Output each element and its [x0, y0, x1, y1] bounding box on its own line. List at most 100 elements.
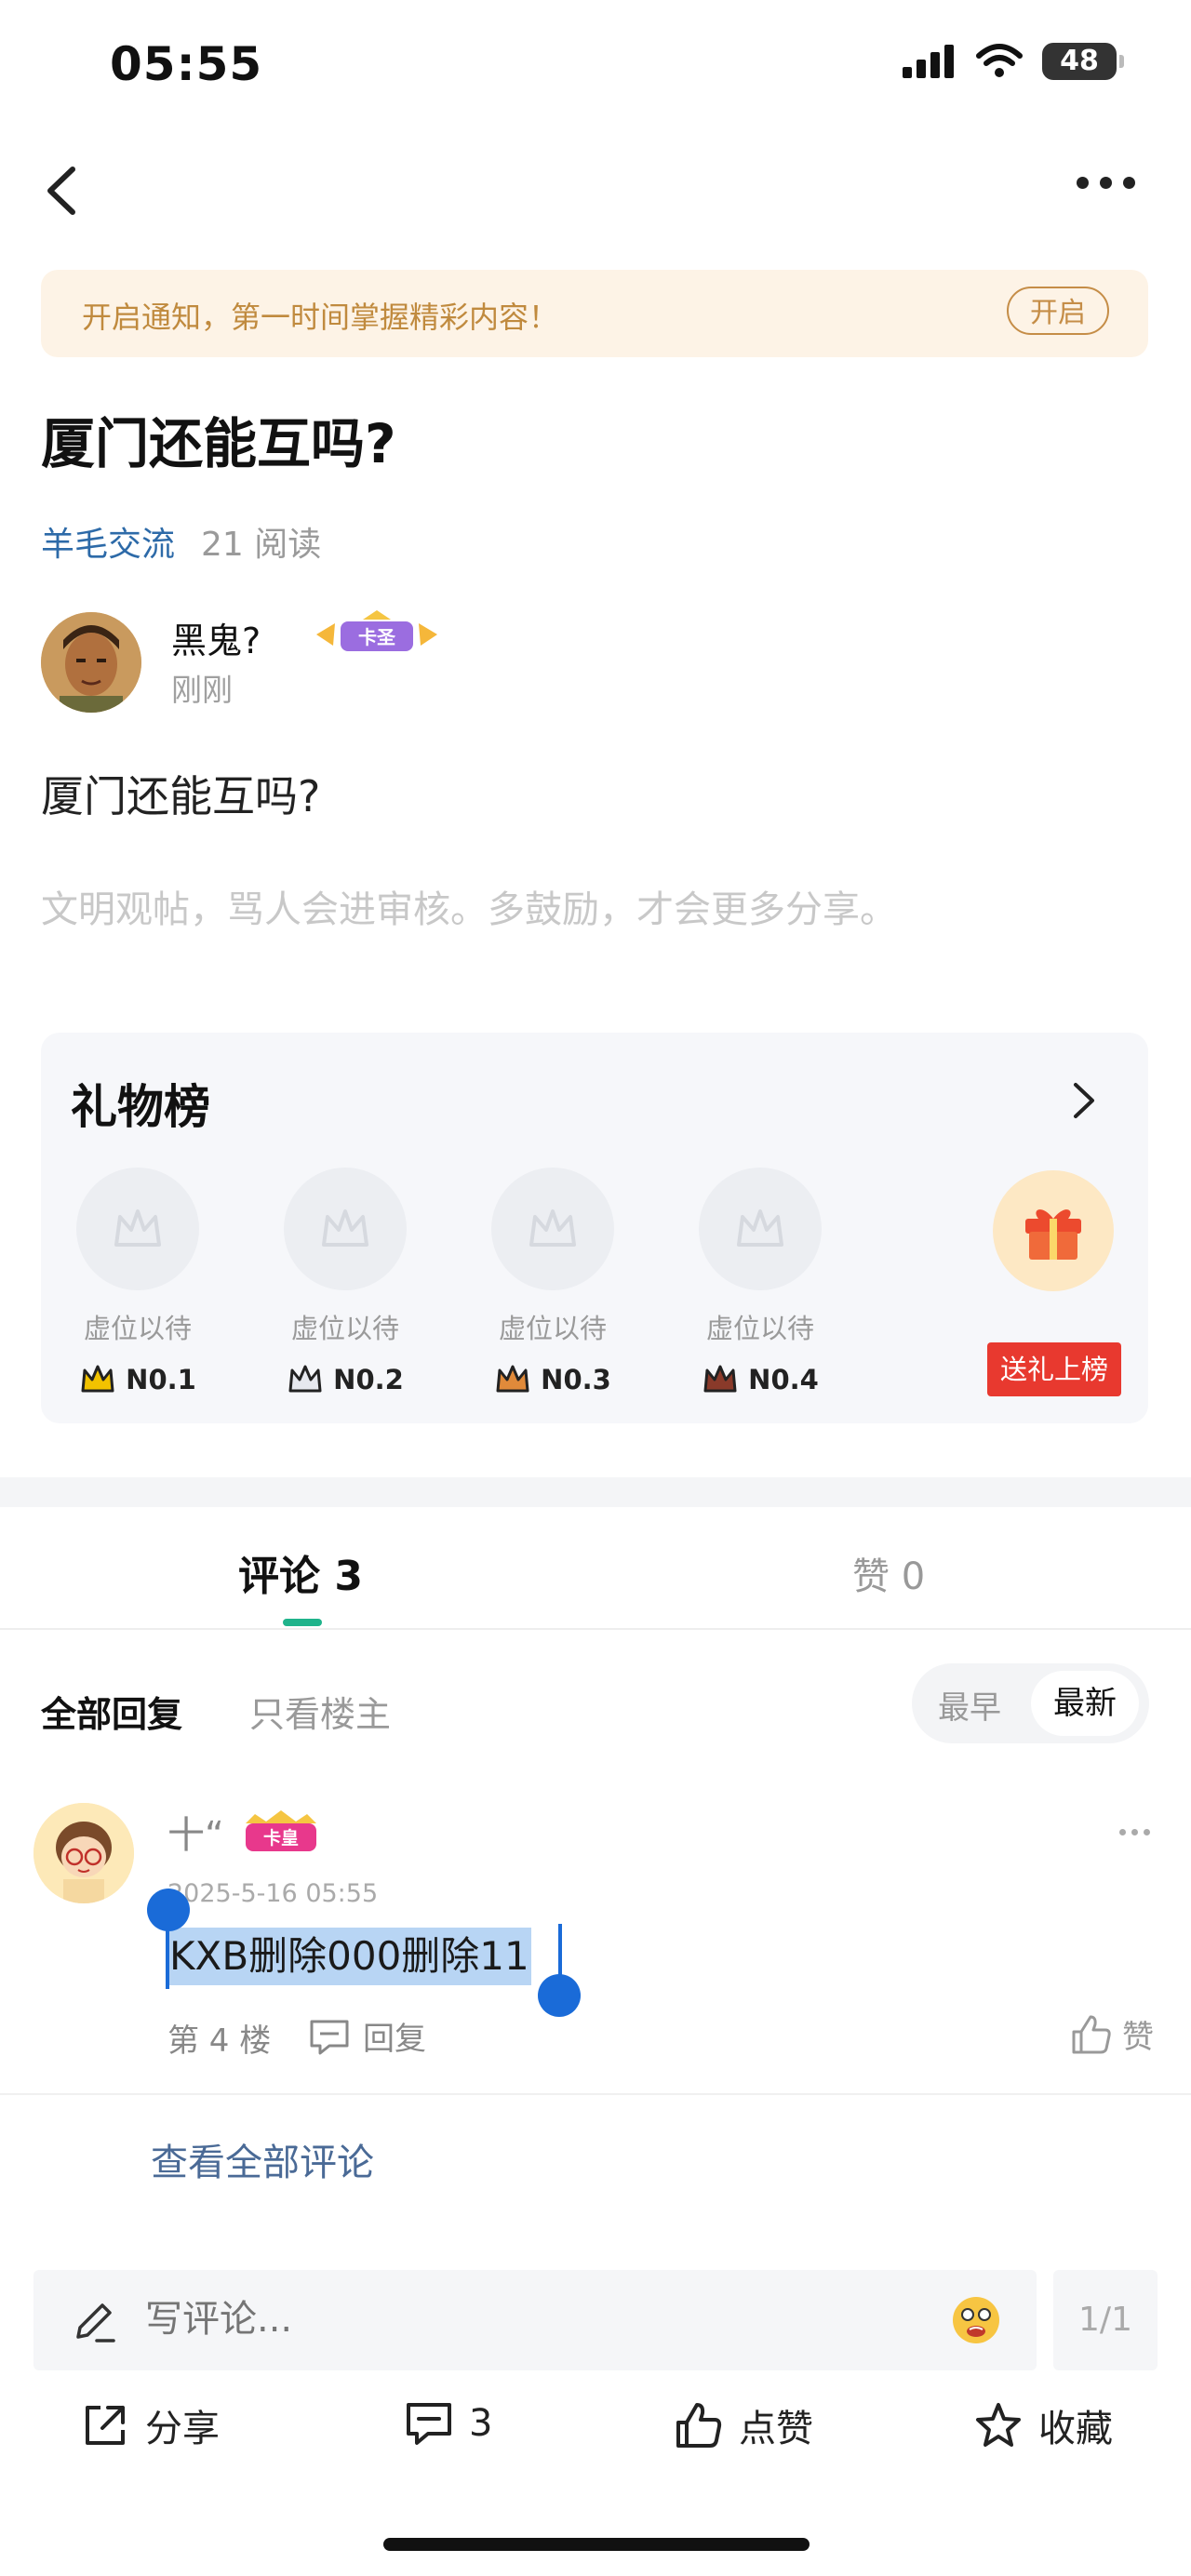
comment-like-button[interactable]: 赞 [1070, 2011, 1154, 2057]
notification-banner: 开启通知，第一时间掌握精彩内容！ 开启 [41, 270, 1148, 357]
crown-badge-icon: 卡圣 [316, 610, 437, 651]
thumbs-up-icon [1072, 2015, 1111, 2053]
back-arrow-icon[interactable] [37, 158, 93, 223]
comments-count: 3 [469, 2402, 493, 2445]
rank-text: N0.3 [541, 1364, 611, 1395]
sort-newest[interactable]: 最新 [1031, 1671, 1139, 1736]
sort-toggle: 最早 最新 [912, 1663, 1149, 1743]
comments-button[interactable]: 3 [404, 2398, 492, 2449]
favorite-button[interactable]: 收藏 [973, 2398, 1113, 2452]
gift-slot-2: 虚位以待 N0.2 [252, 1168, 438, 1396]
comment-time: 2025-5-16 05:55 [167, 1879, 379, 1908]
crown-badge-icon: 卡皇 [246, 1810, 316, 1851]
pencil-icon [76, 2303, 115, 2342]
gift-slot-1: 虚位以待 N0.1 [45, 1168, 231, 1396]
rank-text: N0.1 [126, 1364, 196, 1395]
slot-rank: N0.3 [460, 1363, 646, 1396]
section-divider [0, 1477, 1191, 1507]
comment-more-icon[interactable] [1119, 1829, 1150, 1835]
tab-comments[interactable]: 评论 3 [238, 1542, 363, 1602]
reply-icon [310, 2020, 349, 2054]
like-button[interactable]: 点赞 [674, 2398, 813, 2452]
share-icon [86, 2406, 125, 2445]
empty-slot-circle [284, 1168, 407, 1290]
home-indicator [383, 2538, 810, 2551]
civility-hint: 文明观帖，骂人会进审核。多鼓励，才会更多分享。 [41, 888, 897, 931]
battery-indicator: 48 [1042, 43, 1124, 80]
page-indicator: 1/1 [1053, 2270, 1158, 2370]
author-avatar[interactable] [41, 612, 141, 713]
author-avatar-image [41, 612, 141, 713]
status-time: 05:55 [110, 37, 263, 91]
tabs-divider [0, 1628, 1191, 1630]
crown-outline-icon [114, 1209, 161, 1247]
selection-end-handle[interactable] [538, 1974, 581, 2017]
post-title: 厦门还能互吗? [41, 412, 396, 475]
reply-button[interactable]: 回复 [307, 2013, 426, 2059]
slot-label: 虚位以待 [705, 1313, 814, 1344]
comment-input[interactable] [145, 2298, 703, 2341]
active-tab-indicator [283, 1619, 322, 1626]
crown-outline-icon [737, 1209, 783, 1247]
selection-start-handle[interactable] [147, 1889, 190, 1931]
rank-crown-icon [703, 1365, 737, 1393]
share-label: 分享 [145, 2408, 220, 2450]
comment-like-label: 赞 [1122, 2019, 1154, 2056]
crown-outline-icon [529, 1209, 576, 1247]
post-time: 刚刚 [171, 672, 233, 708]
comment-divider [0, 2093, 1191, 2095]
post-body: 厦门还能互吗? [41, 771, 321, 821]
rank-text: N0.4 [748, 1364, 819, 1395]
favorite-label: 收藏 [1038, 2408, 1113, 2450]
empty-slot-circle [699, 1168, 822, 1290]
rank-text: N0.2 [333, 1364, 404, 1395]
more-options-icon[interactable] [1077, 177, 1135, 189]
slot-label: 虚位以待 [498, 1313, 607, 1344]
like-label: 点赞 [739, 2408, 813, 2450]
board-link[interactable]: 羊毛交流 [41, 526, 175, 564]
filter-all-replies[interactable]: 全部回复 [41, 1686, 182, 1737]
gift-box-icon [1025, 1209, 1081, 1260]
commenter-avatar[interactable] [33, 1803, 134, 1903]
wifi-icon [976, 44, 1023, 77]
thumbs-up-icon [676, 2403, 722, 2448]
slot-label: 虚位以待 [83, 1313, 192, 1344]
send-gift-button[interactable]: 送礼上榜 [987, 1342, 1121, 1396]
gift-board: 礼物榜 虚位以待 N0.1 虚位以待 N0.2 虚位以待 N0.3 虚位以待 N… [41, 1033, 1148, 1423]
crown-outline-icon [322, 1209, 368, 1247]
kahuang-badge: 卡皇 [240, 1810, 322, 1855]
send-gift-circle[interactable] [993, 1170, 1114, 1291]
commenter-avatar-image [33, 1803, 134, 1903]
view-all-comments-link[interactable]: 查看全部评论 [151, 2132, 374, 2186]
gift-board-title: 礼物榜 [71, 1080, 210, 1134]
comment-floor: 第 4 楼 [167, 2022, 272, 2060]
commenter-name[interactable]: 十“ [167, 1805, 224, 1859]
emoji-icon[interactable] [949, 2292, 1003, 2346]
author-name[interactable]: 黑鬼? [171, 612, 261, 663]
selection-start-bar [166, 1924, 169, 1989]
signal-icon [903, 45, 954, 78]
reply-label: 回复 [363, 2021, 426, 2058]
chevron-right-icon[interactable] [1064, 1077, 1102, 1124]
status-icons: 48 [901, 43, 1124, 80]
read-count: 21 阅读 [201, 526, 322, 564]
share-button[interactable]: 分享 [80, 2398, 220, 2452]
gift-slot-4: 虚位以待 N0.4 [667, 1168, 853, 1396]
empty-slot-circle [491, 1168, 614, 1290]
comment-icon [407, 2403, 451, 2445]
sort-earliest[interactable]: 最早 [938, 1682, 1001, 1728]
badge-label: 卡圣 [358, 626, 396, 648]
gift-slot-3: 虚位以待 N0.3 [460, 1168, 646, 1396]
post-meta: 羊毛交流 21 阅读 [41, 517, 321, 566]
enable-notification-button[interactable]: 开启 [1007, 287, 1109, 335]
slot-rank: N0.1 [45, 1363, 231, 1396]
kasheng-badge: 卡圣 [307, 608, 447, 661]
slot-label: 虚位以待 [290, 1313, 399, 1344]
filter-owner-only[interactable]: 只看楼主 [249, 1686, 391, 1737]
star-icon [976, 2403, 1021, 2447]
rank-crown-icon [496, 1365, 529, 1393]
badge-label: 卡皇 [263, 1827, 299, 1849]
comment-text[interactable]: KXB删除000删除11 [167, 1928, 531, 1985]
tab-likes[interactable]: 赞 0 [852, 1546, 925, 1600]
comment-input-bar[interactable] [33, 2270, 1037, 2370]
